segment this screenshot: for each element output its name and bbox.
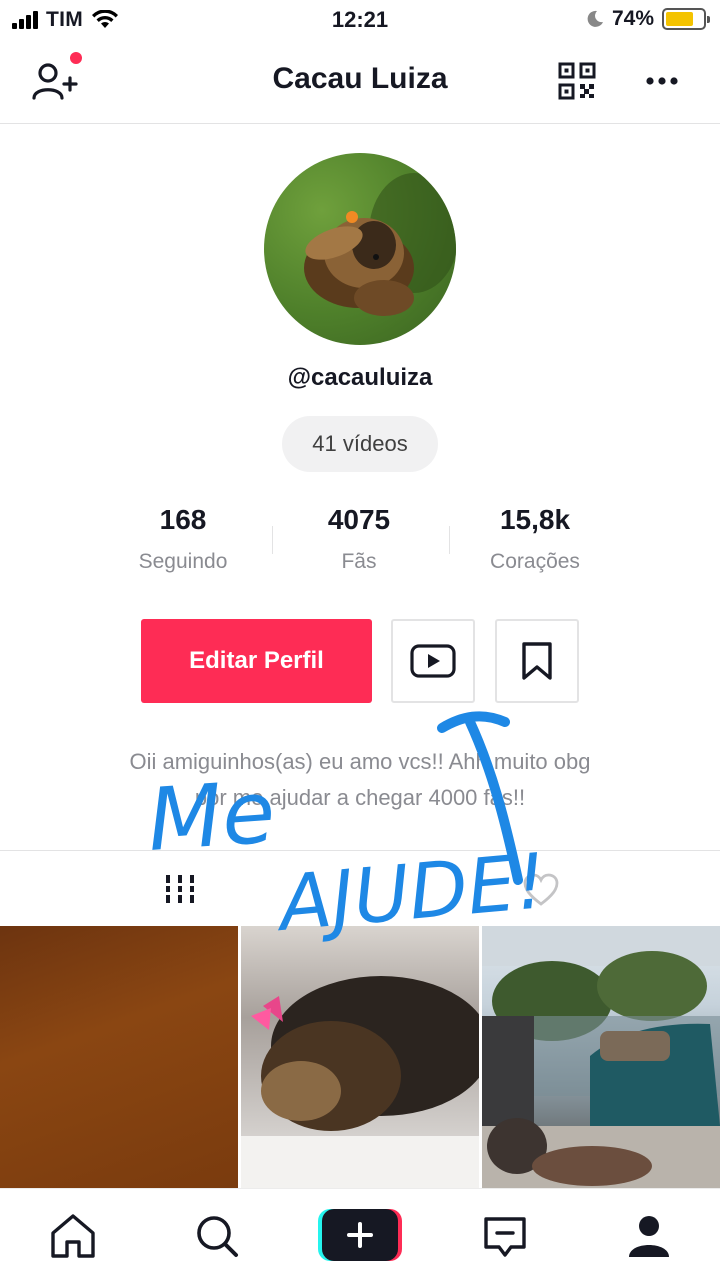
bottom-nav (0, 1188, 720, 1280)
content-tabs (0, 850, 720, 926)
stat-divider (272, 526, 273, 554)
video-grid (0, 926, 720, 1188)
edit-profile-button[interactable]: Editar Perfil (141, 619, 372, 703)
profile-icon[interactable] (624, 1211, 674, 1261)
youtube-button[interactable] (391, 619, 475, 703)
inbox-icon[interactable] (480, 1211, 530, 1261)
video-thumbnail[interactable] (482, 926, 720, 1188)
stat-label: Fãs (341, 550, 377, 573)
stat-value: 168 (159, 504, 207, 535)
favorites-button[interactable] (495, 619, 579, 703)
username: @cacauluiza (287, 364, 433, 391)
status-right: 74% (586, 7, 710, 31)
battery-percent: 74% (611, 7, 654, 30)
videos-count-pill[interactable]: 41 vídeos (282, 416, 438, 472)
stat-label: Seguindo (138, 550, 228, 573)
bio-line: por me ajudar a chegar 4000 fãs!! (194, 785, 526, 810)
stat-hearts[interactable]: 15,8k Corações (447, 504, 623, 584)
battery-icon (662, 8, 710, 30)
bookmark-icon (522, 642, 552, 680)
grid-icon[interactable] (160, 873, 200, 905)
video-thumbnail[interactable] (241, 926, 479, 1188)
plus-icon (347, 1222, 373, 1248)
stat-value: 4075 (327, 504, 391, 535)
stat-following[interactable]: 168 Seguindo (95, 504, 271, 584)
stat-value: 15,8k (499, 504, 571, 535)
qr-code-icon[interactable] (558, 62, 596, 100)
stat-fans[interactable]: 4075 Fãs (271, 504, 447, 584)
video-thumbnail[interactable] (0, 926, 238, 1188)
youtube-icon (410, 644, 456, 678)
profile-stats: 168 Seguindo 4075 Fãs 15,8k Corações (95, 504, 625, 584)
page-title: Cacau Luiza (272, 62, 448, 95)
status-bar: TIM 12:21 74% (0, 0, 720, 40)
moon-icon (587, 10, 603, 27)
avatar[interactable] (264, 153, 456, 345)
home-icon[interactable] (48, 1211, 98, 1261)
battery-level (666, 12, 693, 26)
create-button[interactable] (318, 1209, 402, 1261)
profile-header: Cacau Luiza (0, 40, 720, 124)
profile-bio: Oii amiguinhos(as) eu amo vcs!! Ahh muit… (60, 744, 660, 816)
more-icon[interactable] (642, 66, 682, 96)
discover-icon[interactable] (192, 1211, 242, 1261)
heart-icon[interactable] (523, 873, 559, 907)
bio-line: Oii amiguinhos(as) eu amo vcs!! Ahh muit… (129, 749, 591, 774)
stat-label: Corações (490, 550, 580, 573)
stat-divider (449, 526, 450, 554)
